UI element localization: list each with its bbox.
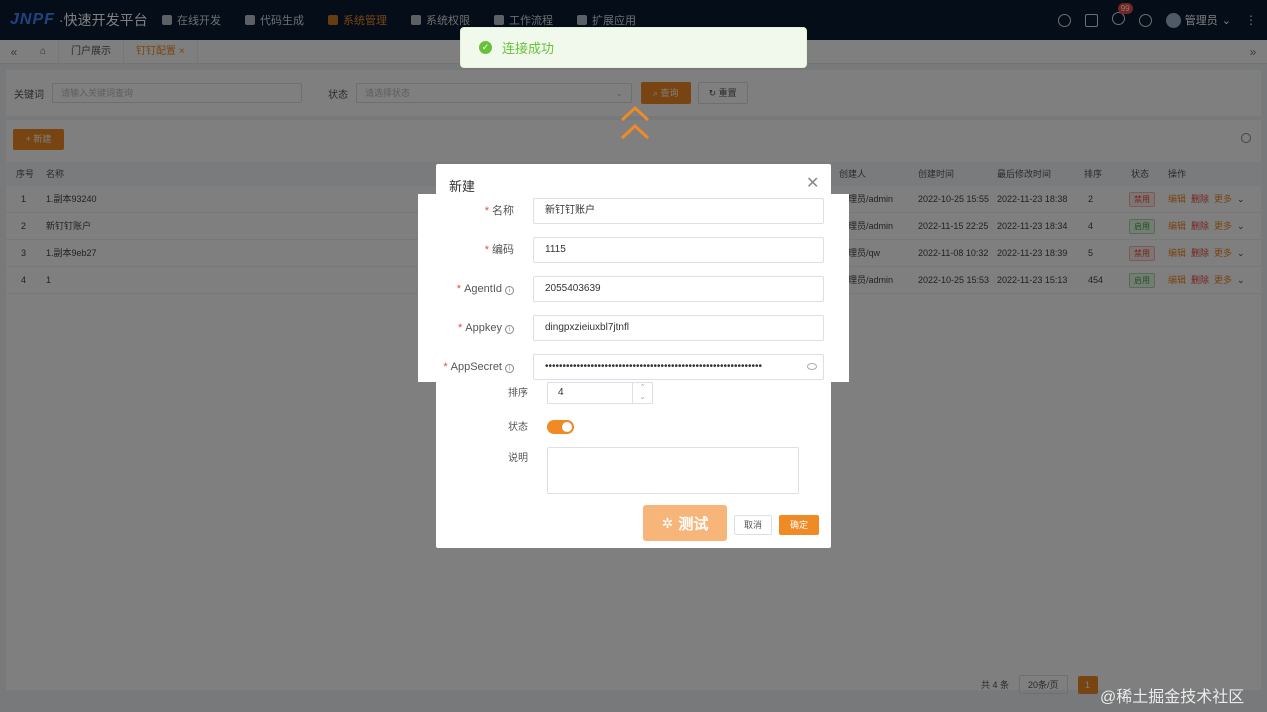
form-row-agentid: * AgentId i 2055403639 (418, 276, 849, 302)
close-icon[interactable]: ✕ (806, 173, 819, 193)
gear-icon: ✲ (661, 514, 674, 531)
cancel-button[interactable]: 取消 (734, 515, 772, 535)
required-mark: * (458, 322, 463, 334)
form-row-编码: * 编码 1115 (418, 237, 849, 263)
info-icon[interactable]: i (505, 364, 514, 373)
field-label: * 名称 (484, 205, 514, 217)
field-input[interactable]: dingpxzieiuxbl7jtnfl (533, 315, 824, 341)
field-input[interactable]: 2055403639 (533, 276, 824, 302)
required-mark: * (443, 361, 448, 373)
field-input[interactable]: 新钉钉账户 (533, 198, 824, 224)
required-mark: * (484, 205, 489, 217)
required-mark: * (456, 283, 462, 295)
info-icon[interactable]: i (505, 325, 514, 334)
field-label: * AgentId i (418, 276, 514, 302)
toast-message: 连接成功 (502, 41, 555, 56)
dialog-title: 新建 (449, 179, 476, 194)
success-toast: ✓ 连接成功 (460, 27, 807, 68)
status-row: 状态 (436, 416, 831, 446)
sort-stepper[interactable]: 4 ⌃ ⌄ (547, 382, 653, 404)
stepper-arrows[interactable]: ⌃ ⌄ (632, 383, 652, 403)
status-label: 状态 (508, 422, 528, 433)
double-chevron-up-icon (620, 105, 650, 140)
desc-textarea[interactable] (547, 447, 799, 494)
field-input[interactable]: ••••••••••••••••••••••••••••••••••••••••… (533, 354, 824, 380)
field-label: * AppSecret i (418, 354, 514, 380)
info-icon[interactable]: i (505, 286, 514, 295)
form-row-appsecret: * AppSecret i •••••••••••••••••••••••••••••… (418, 354, 849, 380)
field-label: * 编码 (484, 244, 514, 256)
field-label: * Appkey i (418, 315, 514, 341)
sort-row: 排序 4 ⌃ ⌄ (436, 382, 831, 412)
form-row-appkey: * Appkey i dingpxzieiuxbl7jtnfl (418, 315, 849, 341)
eye-icon[interactable] (807, 363, 817, 370)
zoomed-form-panel: * 名称 新钉钉账户 * 编码 1115 * AgentId i 2055403639 * Appke… (418, 194, 849, 382)
watermark: @稀土掘金技术社区 (1100, 689, 1245, 706)
confirm-button[interactable]: 确定 (779, 515, 819, 535)
form-row-名称: * 名称 新钉钉账户 (418, 198, 849, 224)
check-circle-icon: ✓ (479, 41, 492, 54)
field-input[interactable]: 1115 (533, 237, 824, 263)
sort-label: 排序 (508, 388, 528, 399)
test-button[interactable]: ✲ 测试 (643, 505, 727, 541)
status-switch[interactable] (547, 420, 574, 434)
required-mark: * (484, 244, 489, 256)
desc-label: 说明 (508, 453, 528, 464)
desc-row: 说明 (436, 447, 831, 497)
